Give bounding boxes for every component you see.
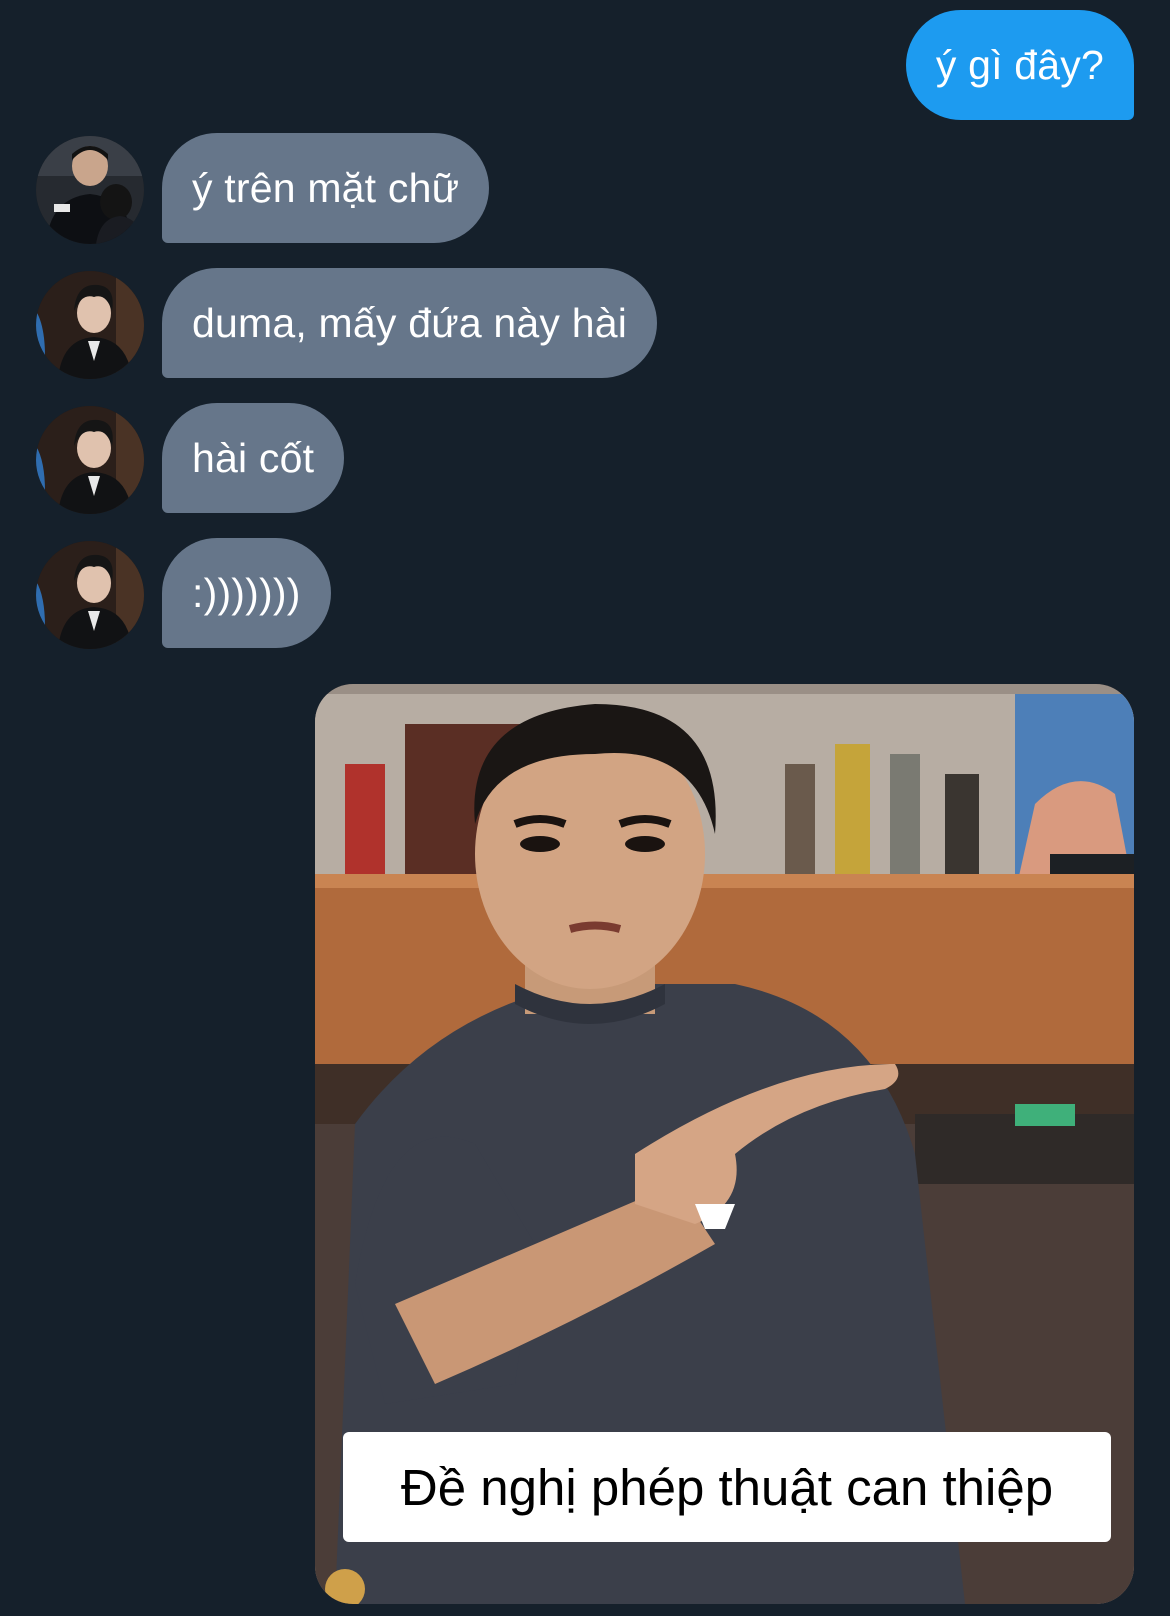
message-text: hài cốt [192, 434, 315, 481]
avatar[interactable] [36, 541, 144, 649]
message-text: :))))))) [192, 569, 301, 616]
avatar[interactable] [36, 271, 144, 379]
avatar[interactable] [36, 136, 144, 244]
message-text: ý trên mặt chữ [192, 164, 460, 211]
message-text: duma, mấy đứa này hài [192, 299, 628, 346]
message-bubble-incoming[interactable]: hài cốt [162, 403, 345, 513]
meme-caption: Đề nghị phép thuật can thiệp [343, 1432, 1111, 1542]
message-bubble-incoming[interactable]: :))))))) [162, 538, 331, 648]
message-bubble-incoming[interactable]: duma, mấy đứa này hài [162, 268, 658, 378]
message-text: ý gì đây? [935, 41, 1104, 88]
message-media-image[interactable]: Đề nghị phép thuật can thiệp [315, 684, 1134, 1604]
avatar[interactable] [36, 406, 144, 514]
message-bubble-incoming[interactable]: ý trên mặt chữ [162, 133, 490, 243]
dm-conversation: ý gì đây? ý trên mặt chữ duma, mấy đứa n… [0, 0, 1170, 1616]
meme-caption-text: Đề nghị phép thuật can thiệp [400, 1458, 1054, 1516]
message-bubble-outgoing[interactable]: ý gì đây? [905, 10, 1134, 120]
